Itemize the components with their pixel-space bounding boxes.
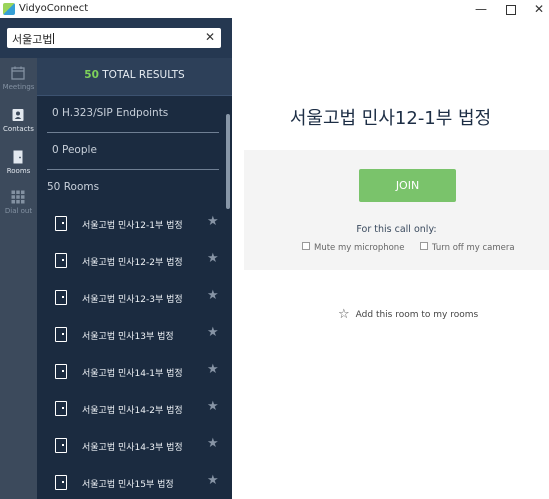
star-icon[interactable]: ★: [207, 399, 219, 414]
add-to-my-rooms-link[interactable]: ☆ Add this room to my rooms: [338, 302, 478, 322]
nav-label-rooms: Rooms: [6, 167, 31, 175]
door-icon: [55, 401, 67, 416]
nav-rail: Meetings Contacts Rooms Dial out: [0, 58, 37, 499]
category-label: 0 People: [52, 144, 97, 156]
total-results: 50 TOTAL RESULTS: [37, 69, 232, 81]
star-outline-icon: ☆: [338, 307, 350, 322]
checkbox-icon: [420, 242, 428, 250]
room-item[interactable]: 서울고법 민사12-2부 법정 ★: [37, 243, 222, 280]
nav-item-dial-out[interactable]: Dial out: [0, 186, 37, 226]
door-icon: [13, 150, 23, 164]
room-name: 서울고법 민사12-1부 법정: [82, 221, 183, 231]
add-room-label: Add this room to my rooms: [355, 310, 479, 320]
mute-microphone-checkbox[interactable]: Mute my microphone: [302, 242, 404, 253]
camera-off-label: Turn off my camera: [432, 243, 515, 253]
room-name: 서울고법 민사15부 법정: [82, 480, 174, 490]
star-icon[interactable]: ★: [207, 288, 219, 303]
nav-label-dial-out: Dial out: [4, 207, 33, 215]
category-endpoints[interactable]: 0 H.323/SIP Endpoints: [47, 96, 219, 133]
category-label: 0 H.323/SIP Endpoints: [52, 107, 169, 119]
door-icon: [55, 438, 67, 453]
room-name: 서울고법 민사14-1부 법정: [82, 369, 183, 379]
star-icon[interactable]: ★: [207, 436, 219, 451]
minimize-button[interactable]: —: [466, 0, 496, 18]
join-panel: JOIN For this call only: Mute my microph…: [244, 150, 549, 270]
text-caret: [53, 33, 55, 44]
call-options-label: For this call only:: [356, 224, 437, 235]
door-icon: [55, 216, 67, 231]
app-logo-icon: [3, 3, 15, 15]
category-label: 50 Rooms: [47, 181, 100, 193]
nav-label-contacts: Contacts: [3, 125, 34, 133]
calendar-icon: [11, 66, 25, 80]
close-window-button[interactable]: ✕: [524, 0, 549, 18]
door-icon: [55, 290, 67, 305]
results-list[interactable]: 0 H.323/SIP Endpoints 0 People 50 Rooms …: [37, 96, 232, 499]
room-item[interactable]: 서울고법 민사14-2부 법정 ★: [37, 391, 222, 428]
search-query[interactable]: 서울고법: [12, 31, 55, 47]
mute-microphone-label: Mute my microphone: [314, 243, 405, 253]
list-scrollbar[interactable]: [226, 114, 230, 209]
nav-item-meetings[interactable]: Meetings: [0, 62, 37, 102]
dialpad-icon: [11, 190, 25, 204]
door-icon: [55, 475, 67, 490]
room-item[interactable]: 서울고법 민사12-3부 법정 ★: [37, 280, 222, 317]
room-name: 서울고법 민사13부 법정: [82, 332, 174, 342]
room-item[interactable]: 서울고법 민사14-1부 법정 ★: [37, 354, 222, 391]
star-icon[interactable]: ★: [207, 251, 219, 266]
door-icon: [55, 364, 67, 379]
results-header: 50 TOTAL RESULTS: [37, 58, 232, 96]
star-icon[interactable]: ★: [207, 325, 219, 340]
maximize-icon: [506, 5, 516, 15]
category-rooms[interactable]: 50 Rooms: [47, 170, 219, 206]
door-icon: [55, 253, 67, 268]
window-title: VidyoConnect: [19, 3, 89, 14]
sidebar: 서울고법 ✕ Meetings Contacts Rooms Dial out …: [0, 18, 232, 499]
room-item[interactable]: 서울고법 민사13부 법정 ★: [37, 317, 222, 354]
nav-item-rooms[interactable]: Rooms: [0, 146, 37, 186]
star-icon[interactable]: ★: [207, 362, 219, 377]
nav-label-meetings: Meetings: [2, 83, 35, 91]
results-label: TOTAL RESULTS: [102, 69, 185, 81]
category-people[interactable]: 0 People: [47, 133, 219, 170]
nav-item-contacts[interactable]: Contacts: [0, 104, 37, 144]
room-name: 서울고법 민사12-2부 법정: [82, 258, 183, 268]
join-button[interactable]: JOIN: [359, 169, 456, 202]
maximize-button[interactable]: [496, 0, 526, 18]
checkbox-icon: [302, 242, 310, 250]
camera-off-checkbox[interactable]: Turn off my camera: [420, 242, 515, 253]
room-item[interactable]: 서울고법 민사14-3부 법정 ★: [37, 428, 222, 465]
room-name: 서울고법 민사12-3부 법정: [82, 295, 183, 305]
room-item[interactable]: 서울고법 민사15부 법정 ★: [37, 465, 222, 499]
room-item[interactable]: 서울고법 민사12-1부 법정 ★: [37, 206, 222, 243]
room-name: 서울고법 민사14-3부 법정: [82, 443, 183, 453]
clear-search-icon[interactable]: ✕: [205, 30, 215, 44]
results-count: 50: [84, 69, 99, 81]
door-icon: [55, 327, 67, 342]
star-icon[interactable]: ★: [207, 473, 219, 488]
contacts-icon: [12, 109, 24, 121]
title-bar: VidyoConnect — ✕: [0, 0, 549, 18]
search-input[interactable]: 서울고법 ✕: [7, 28, 221, 48]
star-icon[interactable]: ★: [207, 214, 219, 229]
room-name: 서울고법 민사14-2부 법정: [82, 406, 183, 416]
room-title: 서울고법 민사12-1부 법정: [289, 108, 492, 129]
room-detail-pane: 서울고법 민사12-1부 법정 JOIN For this call only:…: [232, 18, 549, 499]
